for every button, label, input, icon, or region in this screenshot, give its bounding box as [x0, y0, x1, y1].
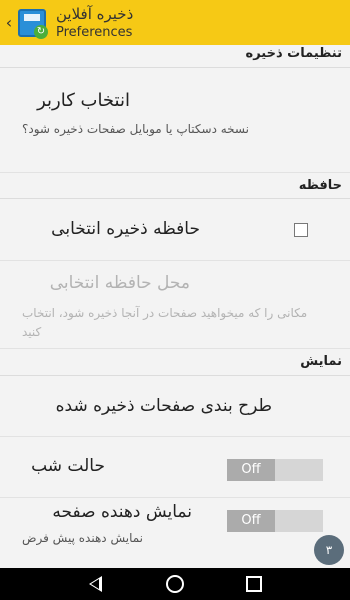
category-memory: حافظه [0, 173, 350, 199]
recents-icon[interactable] [246, 576, 262, 592]
back-icon[interactable] [89, 576, 102, 592]
night-mode-toggle-state: Off [227, 459, 275, 481]
app-floppy-icon[interactable]: ↻ [18, 8, 48, 39]
preferences-list: تنظیمات ذخیره انتخاب کاربر نسخه دسکتاپ ی… [0, 45, 350, 558]
selective-memory-checkbox[interactable] [294, 223, 308, 237]
pref-select-user-summary: نسخه دسکتاپ یا موبایل صفحات ذخیره شود؟ [22, 122, 249, 136]
app-title: ذخیره آفلاین [56, 5, 134, 23]
pref-saved-layout-title: طرح بندی صفحات ذخیره شده [55, 396, 272, 416]
night-mode-toggle[interactable]: Off [227, 459, 323, 481]
pref-select-user-title: انتخاب کاربر [37, 90, 130, 111]
pref-night-mode[interactable]: حالت شب Off [0, 437, 350, 498]
pref-page-display-summary: نمایش دهنده پیش فرض [22, 531, 144, 545]
pref-page-display-title: نمایش دهنده صفحه [52, 502, 192, 522]
category-save-settings: تنظیمات ذخیره [0, 42, 350, 68]
watermark-logo: ۳ [314, 535, 344, 565]
pref-select-user[interactable]: انتخاب کاربر نسخه دسکتاپ یا موبایل صفحات… [0, 68, 350, 173]
pref-memory-location-summary: مکانی را که میخواهید صفحات در آنجا ذخیره… [22, 306, 308, 339]
pref-selective-memory-title: حافظه ذخیره انتخابی [51, 219, 200, 239]
screen-subtitle: Preferences [56, 25, 133, 40]
pref-page-display[interactable]: نمایش دهنده صفحه نمایش دهنده پیش فرض Off [0, 498, 350, 558]
pref-memory-location: محل حافظه انتخابی مکانی را که میخواهید ص… [0, 261, 350, 349]
pref-night-mode-title: حالت شب [31, 456, 105, 476]
refresh-badge-icon: ↻ [34, 24, 48, 39]
system-nav-bar [0, 568, 350, 600]
pref-memory-location-title: محل حافظه انتخابی [49, 273, 190, 293]
page-display-toggle[interactable]: Off [227, 510, 323, 532]
category-display: نمایش [0, 349, 350, 376]
app-bar: ‹ ↻ ذخیره آفلاین Preferences [0, 0, 350, 45]
page-display-toggle-state: Off [227, 510, 275, 532]
home-icon[interactable] [166, 575, 184, 593]
back-arrow-icon[interactable]: ‹ [2, 13, 16, 32]
pref-saved-layout[interactable]: طرح بندی صفحات ذخیره شده [0, 376, 350, 437]
pref-selective-memory[interactable]: حافظه ذخیره انتخابی [0, 199, 350, 261]
floppy-label-shape [24, 13, 40, 21]
